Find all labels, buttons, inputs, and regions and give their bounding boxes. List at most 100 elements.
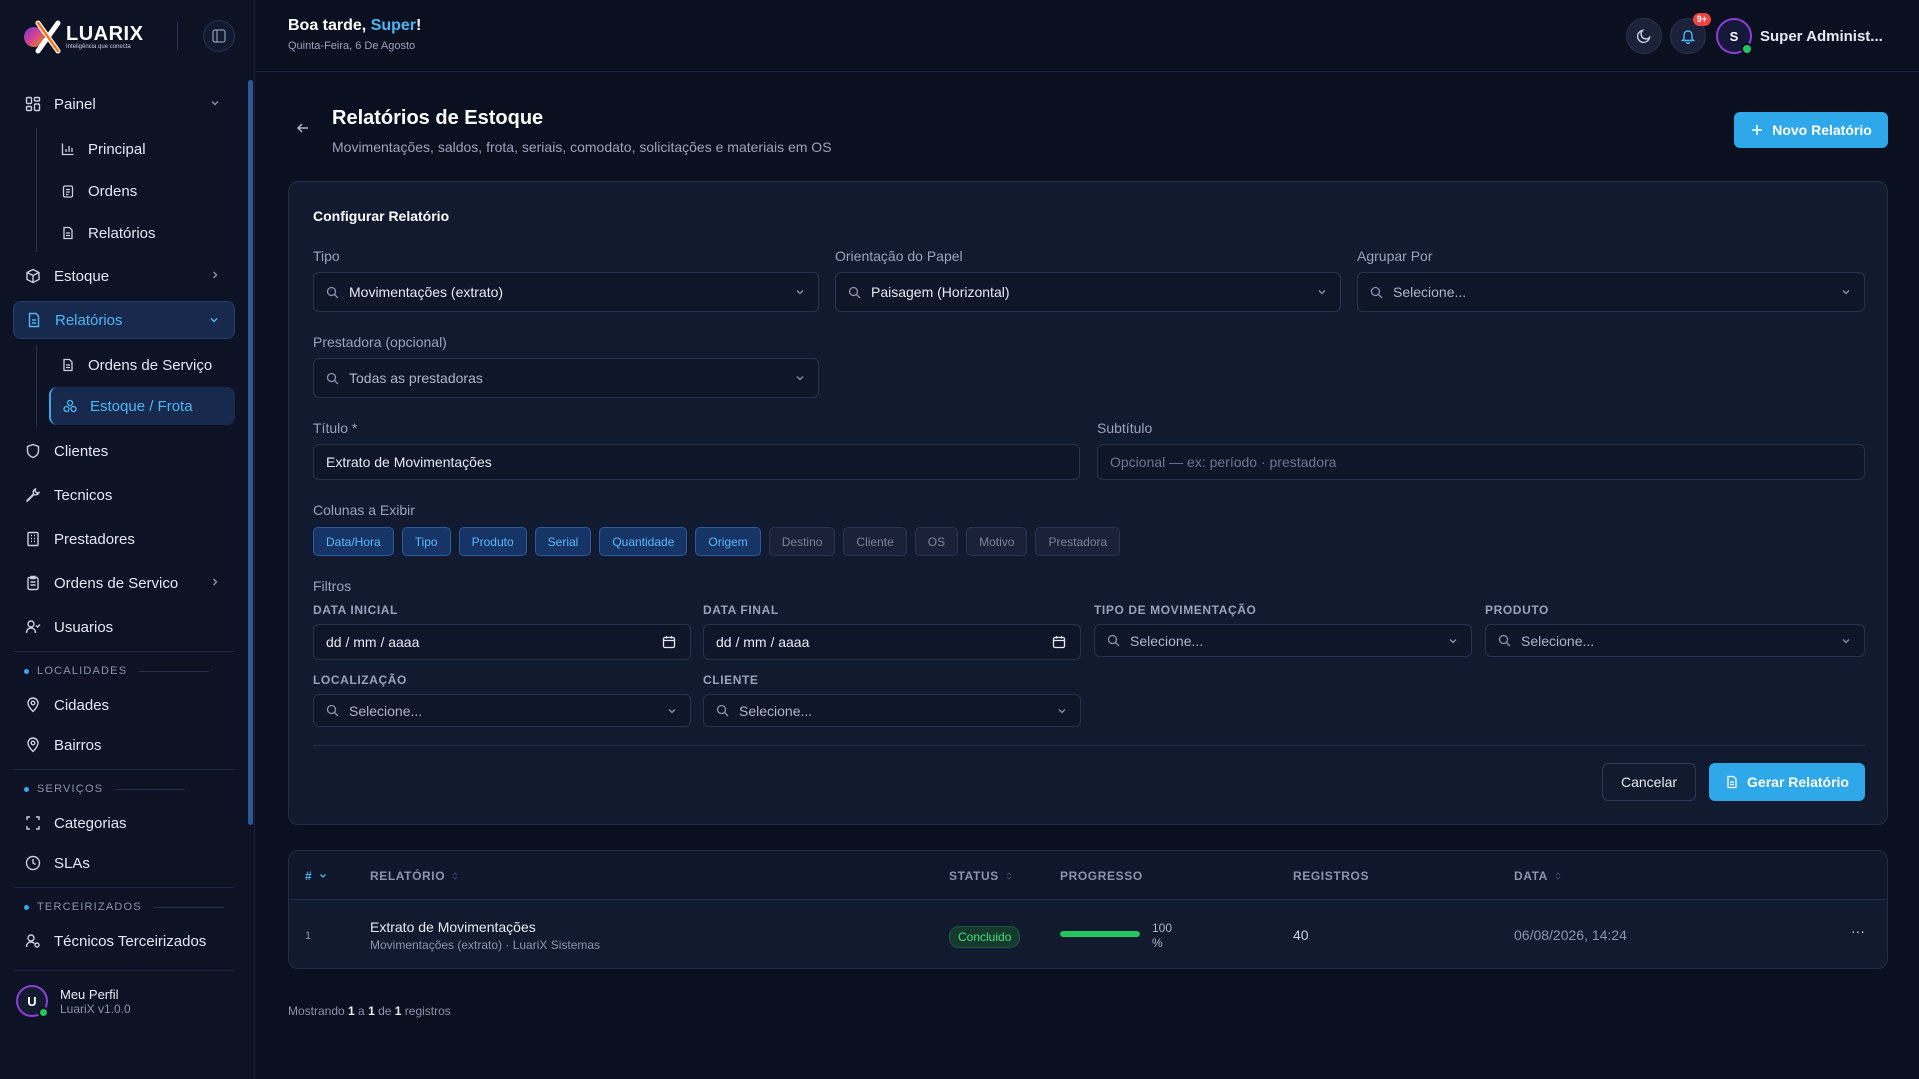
new-report-button[interactable]: Novo Relatório — [1734, 112, 1888, 148]
sidebar-item-tecnicos-terceirizados[interactable]: Técnicos Terceirizados — [13, 922, 235, 960]
row-title: Extrato de Movimentações — [370, 919, 536, 935]
generate-report-button[interactable]: Gerar Relatório — [1709, 763, 1865, 801]
status-badge: Concluido — [949, 926, 1021, 948]
localizacao-select[interactable]: Selecione... — [313, 694, 691, 727]
agrupar-label: Agrupar Por — [1357, 248, 1433, 264]
progress-bar — [1060, 931, 1140, 937]
config-report-card: Configurar Relatório Tipo Movimentações … — [288, 181, 1888, 825]
sidebar-subitem-ordens-de-servico[interactable]: Ordens de Serviço — [49, 346, 235, 384]
section-label-servicos: SERVIÇOS — [24, 783, 186, 795]
sidebar-item-label: Painel — [54, 95, 96, 113]
chip-prestadora[interactable]: Prestadora — [1035, 527, 1121, 556]
user-avatar-button[interactable]: S — [1716, 18, 1753, 55]
calendar-icon — [662, 636, 676, 649]
sidebar-item-cidades[interactable]: Cidades — [13, 686, 235, 724]
search-icon — [1498, 634, 1511, 647]
search-icon — [326, 704, 339, 717]
row-data: 06/08/2026, 14:24 — [1514, 927, 1627, 943]
logo-divider — [177, 22, 178, 50]
greeting: Boa tarde, Super! — [288, 17, 421, 35]
avatar: U — [16, 985, 49, 1018]
online-status-dot — [38, 1007, 49, 1018]
sidebar-item-painel[interactable]: Painel — [13, 85, 235, 123]
greeting-name: Super — [370, 17, 417, 34]
sidebar-item-estoque[interactable]: Estoque — [13, 257, 235, 295]
progress-fill — [1060, 931, 1140, 937]
chip-origem[interactable]: Origem — [695, 527, 761, 556]
theme-toggle-button[interactable] — [1626, 18, 1662, 54]
section-label-text: LOCALIDADES — [37, 665, 128, 677]
search-icon — [326, 372, 339, 384]
sidebar-item-bairros[interactable]: Bairros — [13, 726, 235, 764]
agrupar-select[interactable]: Selecione... — [1357, 272, 1865, 312]
map-pin-icon — [27, 697, 39, 713]
produto-select[interactable]: Selecione... — [1485, 624, 1865, 657]
sidebar-subitem-ordens[interactable]: Ordens — [49, 172, 235, 210]
notifications-button[interactable]: 9+ — [1670, 13, 1711, 54]
top-header: Boa tarde, Super! Quinta-Feira, 6 De Ago… — [256, 0, 1919, 72]
sidebar-item-tecnicos[interactable]: Tecnicos — [13, 476, 235, 514]
row-actions-menu-button[interactable]: ··· — [1851, 923, 1865, 939]
sidebar-item-ordens-de-servico[interactable]: Ordens de Servico — [13, 564, 235, 602]
chevron-down-icon — [320, 874, 327, 878]
chip-produto[interactable]: Produto — [458, 527, 527, 556]
tipo-mov-select[interactable]: Selecione... — [1094, 624, 1472, 657]
chip-data-hora[interactable]: Data/Hora — [313, 527, 394, 556]
subtitulo-input[interactable]: Opcional — ex: período · prestadora — [1097, 444, 1865, 480]
chip-motivo[interactable]: Motivo — [966, 527, 1028, 556]
sidebar-subitem-estoque-frota[interactable]: Estoque / Frota — [49, 387, 235, 425]
dashboard-grid-icon — [25, 96, 41, 112]
logo-row: LUARIX Inteligência que conecta — [0, 0, 255, 72]
sidebar-item-usuarios[interactable]: Usuarios — [13, 608, 235, 646]
submenu-line — [36, 128, 37, 252]
user-name[interactable]: Super Administ... — [1760, 28, 1883, 45]
chip-tipo[interactable]: Tipo — [401, 527, 451, 556]
th-status[interactable]: STATUS — [949, 869, 1013, 883]
brand-logo[interactable]: LUARIX Inteligência que conecta — [22, 20, 143, 54]
chip-serial[interactable]: Serial — [534, 527, 592, 556]
orientacao-select[interactable]: Paisagem (Horizontal) — [835, 272, 1341, 312]
th-relatorio[interactable]: RELATÓRIO — [370, 869, 459, 883]
sidebar-item-clientes[interactable]: Clientes — [13, 432, 235, 470]
chip-destino[interactable]: Destino — [768, 527, 836, 556]
sidebar-subitem-label: Estoque / Frota — [90, 397, 193, 415]
sidebar-subitem-relatorios[interactable]: Relatórios — [49, 214, 235, 252]
sidebar-item-label: Categorias — [54, 814, 127, 832]
th-data-label: DATA — [1514, 869, 1548, 883]
sidebar-item-prestadores[interactable]: Prestadores — [13, 520, 235, 558]
profile-link[interactable]: U Meu Perfil LuariX v1.0.0 — [16, 985, 131, 1018]
bell-icon — [1680, 30, 1696, 44]
chip-quantidade[interactable]: Quantidade — [599, 527, 688, 556]
th-data[interactable]: DATA — [1514, 869, 1562, 883]
sidebar-item-relatorios[interactable]: Relatórios — [13, 301, 235, 339]
chip-os[interactable]: OS — [914, 527, 959, 556]
titulo-input[interactable]: Extrato de Movimentações — [313, 444, 1080, 480]
sidebar-subitem-principal[interactable]: Principal — [49, 130, 235, 168]
file-text-icon — [28, 312, 40, 328]
cancel-button[interactable]: Cancelar — [1602, 763, 1696, 801]
sidebar-item-slas[interactable]: SLAs — [13, 844, 235, 882]
chevron-right-icon — [213, 271, 218, 279]
chevron-down-icon — [1842, 290, 1850, 295]
localizacao-placeholder: Selecione... — [349, 702, 423, 719]
th-num[interactable]: # — [305, 869, 328, 883]
sidebar-divider — [13, 769, 235, 770]
back-button[interactable] — [295, 120, 311, 136]
cliente-label: CLIENTE — [703, 673, 759, 687]
cliente-select[interactable]: Selecione... — [703, 694, 1081, 727]
data-inicial-input[interactable]: dd / mm / aaaa — [313, 624, 691, 660]
sidebar-item-categorias[interactable]: Categorias — [13, 804, 235, 842]
user-avatar-initial: S — [1729, 28, 1739, 44]
prestadora-select[interactable]: Todas as prestadoras — [313, 358, 819, 398]
tipo-value: Movimentações (extrato) — [349, 284, 504, 300]
data-final-input[interactable]: dd / mm / aaaa — [703, 624, 1081, 660]
sidebar-toggle-icon — [212, 29, 226, 43]
tipo-select[interactable]: Movimentações (extrato) — [313, 272, 819, 312]
sidebar-item-label: Estoque — [54, 267, 110, 285]
collapse-sidebar-button[interactable] — [203, 20, 235, 52]
sidebar-scrollbar[interactable] — [248, 80, 253, 825]
chip-cliente[interactable]: Cliente — [843, 527, 907, 556]
clipboard-list-icon — [27, 575, 39, 591]
row-num: 1 — [305, 930, 312, 942]
file-text-icon — [1727, 775, 1737, 789]
